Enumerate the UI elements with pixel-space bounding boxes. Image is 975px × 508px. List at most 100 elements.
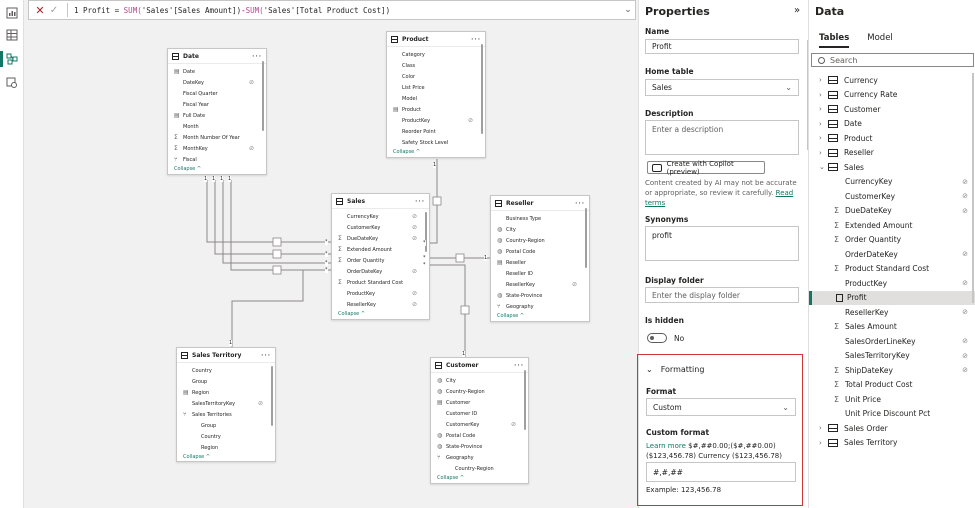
tree-field[interactable]: Σ Total Product Cost: [809, 378, 975, 393]
hidden-eye-icon[interactable]: ⊘: [962, 308, 968, 316]
table-field[interactable]: Σ DueDateKey ⊘: [338, 233, 425, 244]
tree-field[interactable]: ProductKey ⊘: [809, 276, 975, 291]
table-field[interactable]: Month: [174, 121, 262, 132]
table-field[interactable]: ◍ City: [437, 375, 524, 386]
chevron-right-icon[interactable]: ›: [819, 76, 828, 84]
table-card-header[interactable]: Sales Territory ···: [177, 348, 275, 363]
collapse-link[interactable]: Collapse ^: [491, 312, 589, 320]
table-field[interactable]: Σ MonthKey ⊘: [174, 143, 262, 154]
hidden-eye-icon[interactable]: ⊘: [962, 250, 968, 258]
table-card-header[interactable]: Reseller ···: [491, 196, 589, 211]
table-card-header[interactable]: Date ···: [168, 49, 266, 64]
tree-table-sales-territory[interactable]: › Sales Territory: [809, 436, 975, 451]
table-field[interactable]: ◍ Postal Code: [497, 246, 585, 257]
card-scrollbar[interactable]: [481, 44, 483, 134]
tree-field[interactable]: Σ Unit Price: [809, 392, 975, 407]
table-field[interactable]: CustomerKey ⊘: [437, 419, 524, 430]
card-scrollbar[interactable]: [425, 212, 427, 252]
table-card-date[interactable]: Date ··· ▤ Date DateKey ⊘ Fiscal Quarter…: [167, 48, 267, 175]
table-field[interactable]: ◍ City: [497, 224, 585, 235]
description-textarea[interactable]: Enter a description: [645, 120, 799, 155]
tree-field[interactable]: Σ Order Quantity: [809, 233, 975, 248]
table-field[interactable]: Country: [183, 431, 271, 442]
hidden-eye-icon[interactable]: ⊘: [962, 366, 968, 374]
more-options-icon[interactable]: ···: [514, 362, 524, 369]
table-field[interactable]: Safety Stock Level: [393, 137, 481, 148]
more-options-icon[interactable]: ···: [261, 352, 271, 359]
display-folder-input[interactable]: Enter the display folder: [645, 287, 799, 303]
table-field[interactable]: Reseller ID: [497, 268, 585, 279]
card-scrollbar[interactable]: [585, 208, 587, 268]
table-field[interactable]: Σ Order Quantity: [338, 255, 425, 266]
table-field[interactable]: SalesTerritoryKey ⊘: [183, 398, 271, 409]
tree-field[interactable]: Σ ShipDateKey ⊘: [809, 363, 975, 378]
table-card-product[interactable]: Product ··· Category Class Color List Pr…: [386, 31, 486, 158]
table-field[interactable]: Group: [183, 420, 271, 431]
table-field[interactable]: OrderDateKey ⊘: [338, 266, 425, 277]
more-options-icon[interactable]: ···: [415, 198, 425, 205]
tree-table-currency[interactable]: › Currency: [809, 73, 975, 88]
table-field[interactable]: ProductKey ⊘: [338, 288, 425, 299]
table-card-sales[interactable]: Sales ··· CurrencyKey ⊘ CustomerKey ⊘ Σ …: [331, 193, 430, 320]
table-field[interactable]: Category: [393, 49, 481, 60]
table-field[interactable]: ▤ Date: [174, 66, 262, 77]
card-scrollbar[interactable]: [271, 366, 273, 426]
more-options-icon[interactable]: ···: [252, 53, 262, 60]
table-field[interactable]: Country-Region: [437, 463, 524, 474]
table-field[interactable]: ▤ Region: [183, 387, 271, 398]
more-options-icon[interactable]: ···: [471, 36, 481, 43]
table-field[interactable]: ◍ Country-Region: [437, 386, 524, 397]
name-input[interactable]: Profit: [645, 39, 799, 54]
custom-format-input[interactable]: #,#,##: [646, 462, 796, 482]
tree-field[interactable]: SalesTerritoryKey ⊘: [809, 349, 975, 364]
chevron-right-icon[interactable]: ›: [819, 134, 828, 142]
format-dropdown[interactable]: Custom ⌄: [646, 398, 796, 416]
tree-field[interactable]: Unit Price Discount Pct: [809, 407, 975, 422]
table-field[interactable]: Σ Month Number Of Year: [174, 132, 262, 143]
tree-table-sales[interactable]: ⌄ Sales: [809, 160, 975, 175]
tree-field[interactable]: CurrencyKey ⊘: [809, 175, 975, 190]
table-field[interactable]: ResellerKey ⊘: [338, 299, 425, 310]
hidden-eye-icon[interactable]: ⊘: [962, 279, 968, 287]
table-field[interactable]: ⑂ Geography: [497, 301, 585, 312]
learn-more-link[interactable]: Learn more: [646, 442, 686, 450]
table-field[interactable]: ◍ Country-Region: [497, 235, 585, 246]
table-field[interactable]: DateKey ⊘: [174, 77, 262, 88]
table-field[interactable]: Σ Product Standard Cost: [338, 277, 425, 288]
synonyms-textarea[interactable]: profit: [645, 226, 799, 261]
table-field[interactable]: ▤ Customer: [437, 397, 524, 408]
table-field[interactable]: Σ Extended Amount: [338, 244, 425, 255]
table-field[interactable]: CustomerKey ⊘: [338, 222, 425, 233]
table-field[interactable]: ◍ State-Province: [437, 441, 524, 452]
chevron-right-icon[interactable]: ›: [819, 105, 828, 113]
hidden-eye-icon[interactable]: ⊘: [962, 352, 968, 360]
data-pane-scrollbar[interactable]: [972, 73, 974, 303]
collapse-link[interactable]: Collapse ^: [168, 165, 266, 173]
hidden-eye-icon[interactable]: ⊘: [962, 178, 968, 186]
table-field[interactable]: Business Type: [497, 213, 585, 224]
table-field[interactable]: Customer ID: [437, 408, 524, 419]
hidden-eye-icon[interactable]: ⊘: [962, 192, 968, 200]
tree-table-customer[interactable]: › Customer: [809, 102, 975, 117]
table-field[interactable]: CurrencyKey ⊘: [338, 211, 425, 222]
table-field[interactable]: Fiscal Quarter: [174, 88, 262, 99]
table-field[interactable]: Region: [183, 442, 271, 453]
home-table-dropdown[interactable]: Sales ⌄: [645, 79, 799, 96]
tree-field[interactable]: OrderDateKey ⊘: [809, 247, 975, 262]
table-card-header[interactable]: Product ···: [387, 32, 485, 47]
table-card-territory[interactable]: Sales Territory ··· Country Group ▤ Regi…: [176, 347, 276, 462]
tree-field[interactable]: SalesOrderLineKey ⊘: [809, 334, 975, 349]
table-field[interactable]: ResellerKey ⊘: [497, 279, 585, 290]
table-card-reseller[interactable]: Reseller ··· Business Type ◍ City ◍ Coun…: [490, 195, 590, 322]
table-field[interactable]: ⑂ Geography: [437, 452, 524, 463]
hidden-eye-icon[interactable]: ⊘: [962, 337, 968, 345]
chevron-right-icon[interactable]: ›: [819, 120, 828, 128]
table-card-header[interactable]: Sales ···: [332, 194, 429, 209]
table-card-header[interactable]: Customer ···: [431, 358, 528, 373]
table-field[interactable]: Country: [183, 365, 271, 376]
tab-model[interactable]: Model: [867, 33, 893, 48]
chevron-right-icon[interactable]: ›: [819, 439, 828, 447]
table-field[interactable]: ◍ Postal Code: [437, 430, 524, 441]
card-scrollbar[interactable]: [262, 61, 264, 131]
tree-measure[interactable]: Profit: [809, 290, 975, 305]
